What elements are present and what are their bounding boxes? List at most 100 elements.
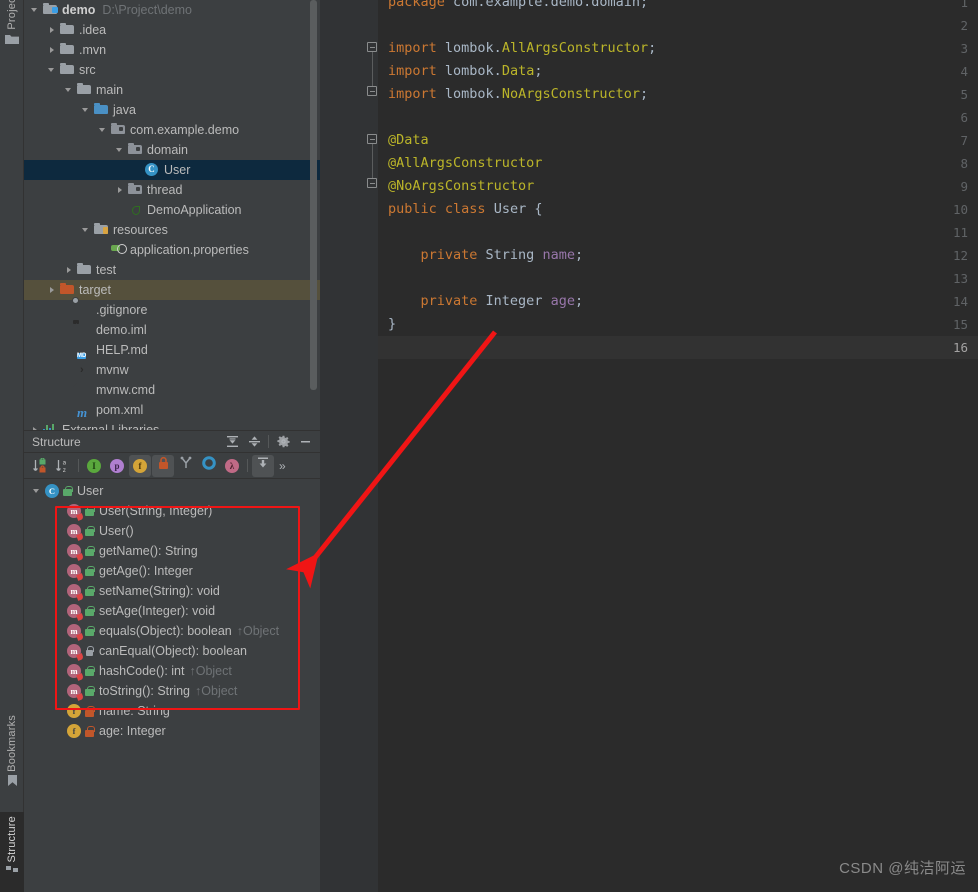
structure-tree-row[interactable]: m User(String, Integer) — [24, 501, 320, 521]
line-number: 10 — [952, 202, 968, 217]
autoscroll-to-source-button[interactable] — [252, 454, 274, 477]
show-anonymous-classes-button[interactable] — [175, 455, 197, 477]
chevron-down-icon[interactable] — [98, 125, 109, 136]
settings-gear-icon[interactable] — [272, 432, 294, 452]
code-folding-marker[interactable] — [367, 83, 378, 106]
hide-panel-icon[interactable] — [294, 432, 316, 452]
project-tree-scrollbar-thumb[interactable] — [310, 0, 317, 390]
chevron-right-icon[interactable] — [47, 285, 58, 296]
code-folding-marker[interactable] — [367, 152, 378, 175]
structure-tree-row[interactable]: f name: String — [24, 701, 320, 721]
project-tree-row[interactable]: thread — [24, 180, 320, 200]
spring-boot-icon — [128, 203, 143, 218]
show-fields-button[interactable]: f — [129, 454, 151, 477]
structure-tree-row[interactable]: m getName(): String — [24, 541, 320, 561]
chevron-down-icon[interactable] — [81, 105, 92, 116]
code-line[interactable]: private Integer age; — [388, 290, 584, 313]
code-line[interactable]: private String name; — [388, 244, 584, 267]
sort-alphabetically-button[interactable]: a z — [52, 455, 74, 477]
project-tree-row[interactable]: m pom.xml — [24, 400, 320, 420]
structure-tree-row[interactable]: m setAge(Integer): void — [24, 601, 320, 621]
structure-tree-row[interactable]: m hashCode(): int ↑Object — [24, 661, 320, 681]
sort-by-visibility-button[interactable] — [29, 455, 51, 477]
expand-all-icon[interactable] — [221, 432, 243, 452]
code-line[interactable]: import lombok.AllArgsConstructor; — [388, 37, 656, 60]
project-tree-row[interactable]: test — [24, 260, 320, 280]
project-tree-row[interactable]: domain — [24, 140, 320, 160]
chevron-down-icon[interactable] — [47, 65, 58, 76]
code-folding-marker[interactable] — [367, 175, 378, 198]
structure-tree-row[interactable]: m toString(): String ↑Object — [24, 681, 320, 701]
project-tree-row[interactable]: target — [24, 280, 320, 300]
chevron-down-icon[interactable] — [115, 145, 126, 156]
tool-window-project[interactable]: Project — [0, 0, 24, 48]
project-tree-row[interactable]: resources — [24, 220, 320, 240]
code-line[interactable]: public class User { — [388, 198, 542, 221]
method-icon: m — [67, 624, 84, 641]
code-line[interactable]: @AllArgsConstructor — [388, 152, 542, 175]
project-tree-row[interactable]: application.properties — [24, 240, 320, 260]
structure-tree-row[interactable]: m User() — [24, 521, 320, 541]
chevron-down-icon[interactable] — [81, 225, 92, 236]
project-tree-row[interactable]: External Libraries — [24, 420, 320, 430]
project-tree-row[interactable]: .gitignore — [24, 296, 320, 320]
structure-tree-row[interactable]: C User — [24, 481, 320, 501]
chevron-right-icon[interactable] — [64, 265, 75, 276]
code-line[interactable]: @NoArgsConstructor — [388, 175, 534, 198]
show-lambdas-button[interactable]: λ — [221, 455, 243, 477]
editor-code-area[interactable]: package com.example.demo.domain; import l… — [378, 0, 978, 892]
project-tree-row[interactable]: demo D:\Project\demo — [24, 0, 320, 20]
chevron-down-icon[interactable] — [30, 5, 41, 16]
project-tool-window[interactable]: demo D:\Project\demo .idea .mvn src main java c… — [24, 0, 320, 430]
collapse-all-icon[interactable] — [243, 432, 265, 452]
code-line[interactable]: } — [388, 313, 396, 336]
structure-row-label: toString(): String — [99, 684, 191, 698]
tool-window-structure[interactable]: Structure — [0, 812, 24, 892]
code-token: } — [388, 316, 397, 332]
code-token: ; — [574, 247, 584, 263]
project-tree-row[interactable]: DemoApplication — [24, 200, 320, 220]
structure-tree-row[interactable]: m equals(Object): boolean ↑Object — [24, 621, 320, 641]
project-tree-row[interactable]: C User — [24, 160, 320, 180]
project-tree-row[interactable]: src — [24, 60, 320, 80]
chevron-right-icon[interactable] — [47, 25, 58, 36]
code-token: String — [485, 247, 535, 263]
chevron-right-icon[interactable] — [115, 185, 126, 196]
project-tree-row[interactable]: .mvn — [24, 40, 320, 60]
show-properties-button[interactable]: p — [106, 455, 128, 477]
project-tree-row-label: domain — [147, 143, 188, 157]
project-tree-row[interactable]: mvnw — [24, 360, 320, 380]
project-tree-row[interactable]: mvnw.cmd — [24, 380, 320, 400]
project-tree-row[interactable]: main — [24, 80, 320, 100]
code-editor[interactable]: package com.example.demo.domain; import l… — [320, 0, 978, 892]
code-line[interactable]: import lombok.NoArgsConstructor; — [388, 83, 648, 106]
show-inherited-button[interactable]: I — [83, 455, 105, 477]
project-tree-row[interactable]: java — [24, 100, 320, 120]
structure-tree-row[interactable]: m setName(String): void — [24, 581, 320, 601]
code-folding-marker[interactable] — [367, 60, 378, 83]
code-line[interactable]: import lombok.Data; — [388, 60, 542, 83]
code-line[interactable]: package com.example.demo.domain; — [388, 0, 648, 14]
line-number: 7 — [960, 133, 968, 148]
show-non-public-button[interactable] — [152, 454, 174, 477]
project-tree-row[interactable]: .idea — [24, 20, 320, 40]
code-line[interactable]: @Data — [388, 129, 429, 152]
chevron-down-icon[interactable] — [64, 85, 75, 96]
project-tree-scrollbar[interactable] — [310, 0, 317, 420]
code-folding-marker[interactable] — [367, 37, 378, 60]
chevron-right-icon[interactable] — [47, 45, 58, 56]
project-tree-row[interactable]: com.example.demo — [24, 120, 320, 140]
project-tree-row[interactable]: demo.iml — [24, 319, 320, 340]
structure-tree-row[interactable]: f age: Integer — [24, 721, 320, 741]
tool-window-bookmarks[interactable]: Bookmarks — [0, 715, 24, 790]
structure-tree-row[interactable]: m canEqual(Object): boolean — [24, 641, 320, 661]
project-tree-row[interactable]: MD HELP.md — [24, 340, 320, 360]
toolbar-overflow-button[interactable]: » — [279, 459, 286, 473]
code-folding-marker[interactable] — [367, 129, 378, 152]
group-by-scope-button[interactable] — [198, 455, 220, 477]
structure-tree[interactable]: C User m User(String, Integer) m User() m getNa… — [24, 479, 320, 741]
structure-tree-row[interactable]: m getAge(): Integer — [24, 561, 320, 581]
structure-row-label: getAge(): Integer — [99, 564, 193, 578]
chevron-down-icon[interactable] — [32, 486, 43, 497]
